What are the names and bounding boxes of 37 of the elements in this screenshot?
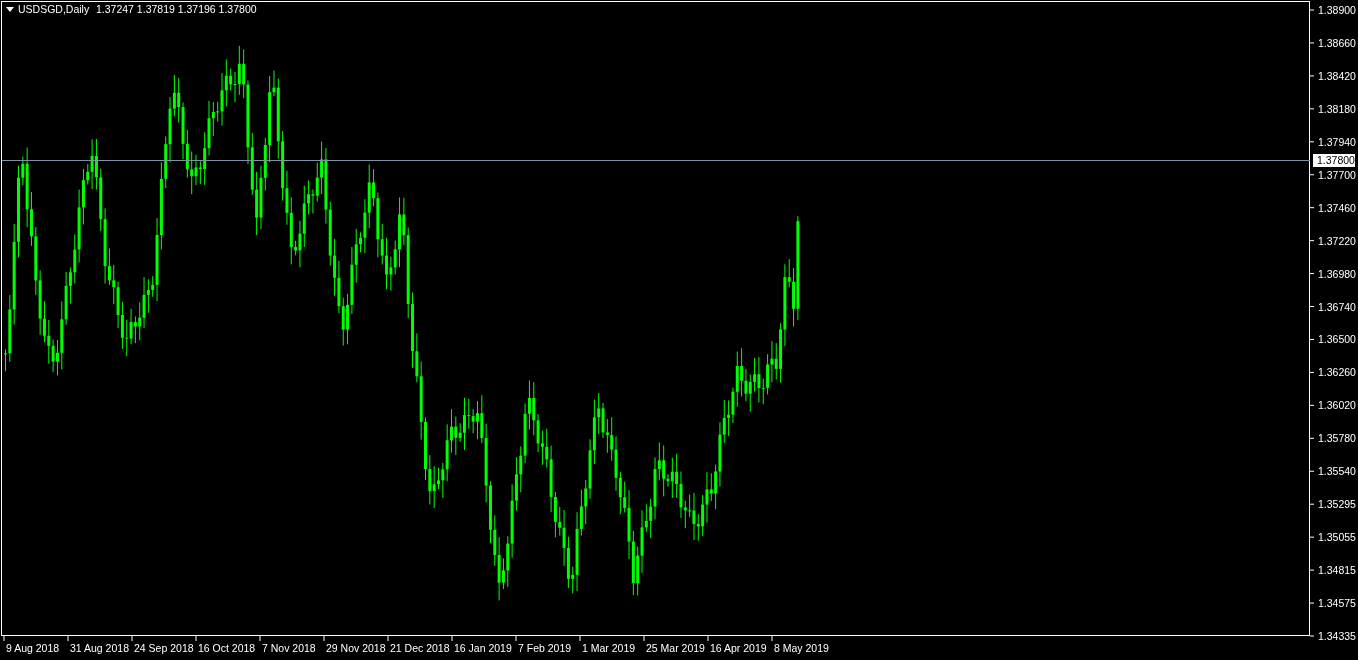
price-label: 1.36500: [1318, 333, 1356, 346]
price-label: 1.34335: [1318, 630, 1356, 642]
date-label: 31 Aug 2018: [70, 642, 129, 654]
date-label: 7 Nov 2018: [262, 642, 316, 654]
price-label: 1.37460: [1318, 201, 1356, 214]
price-label: 1.35780: [1318, 432, 1356, 445]
price-label: 1.38420: [1318, 69, 1356, 82]
price-label: 1.38660: [1318, 36, 1356, 49]
price-label: 1.36020: [1318, 399, 1356, 412]
price-label: 1.38180: [1318, 102, 1356, 115]
current-price-badge: 1.37800: [1313, 154, 1355, 167]
price-label: 1.37940: [1318, 135, 1356, 148]
price-label: 1.37700: [1318, 168, 1356, 181]
date-label: 9 Aug 2018: [6, 642, 60, 654]
date-label: 16 Oct 2018: [198, 642, 256, 654]
price-label: 1.37220: [1318, 234, 1356, 247]
price-label: 1.36260: [1318, 366, 1356, 379]
price-label: 1.35540: [1318, 465, 1356, 478]
chart-symbol: USDSGD,Daily: [18, 3, 90, 15]
date-label: 29 Nov 2018: [326, 642, 386, 654]
date-label: 8 May 2019: [774, 642, 829, 654]
date-label: 25 Mar 2019: [646, 642, 705, 654]
date-label: 16 Apr 2019: [710, 642, 767, 654]
price-label: 1.38900: [1318, 4, 1356, 16]
price-label: 1.35295: [1318, 498, 1356, 511]
dropdown-triangle-icon[interactable]: [6, 7, 14, 12]
date-label: 1 Mar 2019: [582, 642, 636, 654]
date-label: 7 Feb 2019: [518, 642, 572, 654]
date-label: 21 Dec 2018: [390, 642, 450, 654]
ohlc-values: 1.37247 1.37819 1.37196 1.37800: [96, 3, 257, 15]
price-label: 1.34815: [1318, 564, 1356, 577]
date-label: 16 Jan 2019: [454, 642, 512, 654]
price-label: 1.34575: [1318, 597, 1356, 610]
price-label: 1.35055: [1318, 531, 1356, 544]
date-label: 24 Sep 2018: [134, 642, 194, 654]
price-label: 1.36980: [1318, 267, 1356, 280]
price-label: 1.36740: [1318, 300, 1356, 313]
